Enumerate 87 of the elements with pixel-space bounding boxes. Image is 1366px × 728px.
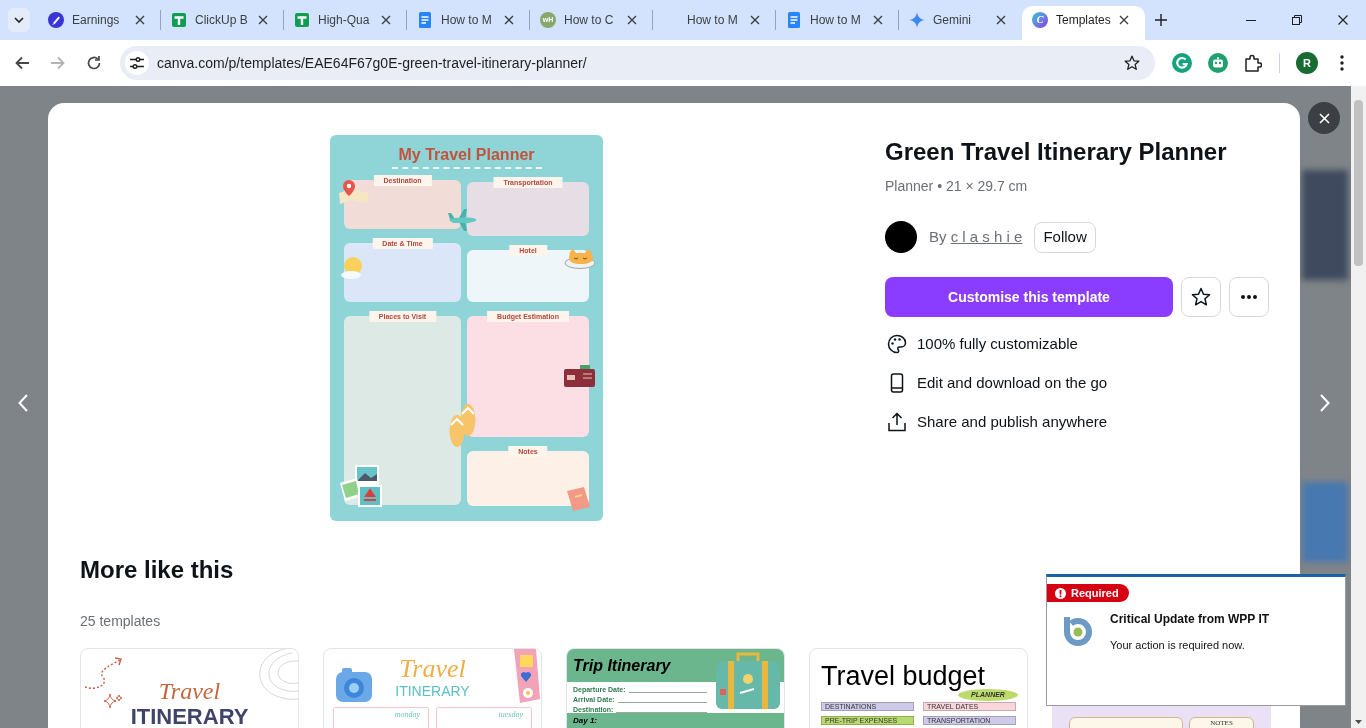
browser-tab[interactable]: How to M: [776, 6, 899, 40]
customise-template-button[interactable]: Customise this template: [885, 277, 1173, 317]
palette-icon: [887, 334, 907, 354]
close-tab-icon[interactable]: [135, 15, 145, 25]
minimize-icon[interactable]: [1246, 19, 1256, 21]
document-icon: [786, 12, 802, 28]
wallet-icon: [563, 365, 596, 388]
spreadsheet-icon: [171, 12, 187, 28]
scrollbar-thumb[interactable]: [1354, 100, 1363, 266]
new-tab-icon[interactable]: [1155, 14, 1167, 26]
day-label: tuesday: [498, 710, 523, 720]
document-icon: [417, 12, 433, 28]
close-icon: [1318, 112, 1330, 124]
scroll-down-icon[interactable]: [1355, 720, 1362, 724]
share-icon: [887, 412, 907, 432]
bookmark-star-icon[interactable]: [1124, 55, 1140, 71]
address-bar[interactable]: canva.com/p/templates/EAE64F67g0E-green-travel-itinerary-planner/: [120, 46, 1155, 80]
reload-icon[interactable]: [86, 55, 102, 71]
menu-icon[interactable]: [1340, 55, 1344, 71]
template-card[interactable]: Travel ITINERARY: [80, 648, 299, 728]
sparkle-icon: [103, 693, 123, 709]
star-icon: [1191, 287, 1211, 307]
close-tab-icon[interactable]: [258, 15, 268, 25]
more-icon: [1241, 295, 1257, 299]
url-field[interactable]: canva.com/p/templates/EAE64F67g0E-green-travel-itinerary-planner/: [157, 53, 587, 73]
close-tab-icon[interactable]: [504, 15, 514, 25]
follow-button[interactable]: Follow: [1034, 221, 1096, 253]
section-heading: More like this: [80, 555, 234, 585]
template-meta: Planner • 21 × 29.7 cm: [885, 177, 1028, 196]
tab-search-button[interactable]: [8, 8, 30, 32]
browser-tab[interactable]: Gemini: [899, 6, 1022, 40]
app-logo: C: [1032, 12, 1048, 28]
card-title: Trip Itinerary: [573, 655, 671, 676]
day-label: Day 1:: [573, 716, 597, 726]
airplane-icon: [447, 208, 478, 232]
tune-icon: [130, 56, 144, 70]
favorite-button[interactable]: [1181, 277, 1221, 317]
author-credit: By c l a s h i e: [929, 227, 1023, 247]
browser-tab[interactable]: Earnings: [38, 6, 161, 40]
chevron-down-icon: [14, 17, 24, 23]
day-label: monday: [394, 710, 420, 720]
close-tab-icon[interactable]: [627, 15, 637, 25]
feature-text: 100% fully customizable: [917, 334, 1078, 354]
template-count: 25 templates: [80, 612, 161, 631]
close-window-icon[interactable]: [1338, 15, 1348, 25]
browser-tab[interactable]: High-Qua: [284, 6, 407, 40]
grammar-extension-icon[interactable]: [1172, 53, 1192, 73]
sparkle-icon: [909, 12, 925, 28]
close-button[interactable]: [1308, 102, 1340, 134]
close-tab-icon[interactable]: [750, 15, 760, 25]
more-options-button[interactable]: [1229, 277, 1269, 317]
card-title: Travel: [399, 655, 466, 683]
restore-icon[interactable]: [1292, 15, 1302, 25]
card-subtitle: ITINERARY: [395, 683, 470, 699]
notification-message: Your action is required now.: [1110, 637, 1245, 652]
scrollbar[interactable]: [1351, 86, 1366, 728]
robot-extension-icon[interactable]: [1208, 53, 1228, 73]
author-avatar: [885, 221, 917, 253]
photos-icon: [339, 464, 384, 508]
puzzle-icon[interactable]: [1244, 54, 1262, 72]
profile-avatar[interactable]: R: [1296, 52, 1318, 74]
browser-tab[interactable]: ClickUp B: [161, 6, 284, 40]
close-tab-icon[interactable]: [873, 15, 883, 25]
browser-tab[interactable]: How to M: [407, 6, 530, 40]
close-tab-icon[interactable]: [381, 15, 391, 25]
notification-title: Critical Update from WPP IT: [1110, 610, 1270, 627]
close-tab-icon[interactable]: [1119, 15, 1129, 25]
feature-text: Share and publish anywhere: [917, 412, 1108, 432]
feature-text: Edit and download on the go: [917, 373, 1108, 393]
notebook-icon: [566, 486, 591, 512]
camera-icon: [334, 666, 374, 704]
card-title: Travel: [158, 679, 221, 703]
flip-flops-icon: [448, 403, 477, 448]
site-info-button[interactable]: [125, 51, 149, 75]
close-tab-icon[interactable]: [996, 15, 1006, 25]
back-arrow-icon[interactable]: [14, 55, 30, 71]
badge-label: Required: [1071, 586, 1119, 600]
alert-icon: [1055, 587, 1066, 599]
card-subtitle: ITINERARY: [130, 703, 249, 728]
map-pin-icon: [337, 179, 371, 205]
browser-tab[interactable]: How to M: [653, 6, 776, 40]
planner-title: My Travel Planner: [398, 145, 535, 165]
brush-icon: [48, 12, 64, 28]
spreadsheet-icon: [294, 12, 310, 28]
template-title: Green Travel Itinerary Planner: [885, 137, 1227, 167]
author-link[interactable]: c l a s h i e: [950, 228, 1023, 245]
browser-tab[interactable]: C Templates: [1022, 6, 1145, 40]
